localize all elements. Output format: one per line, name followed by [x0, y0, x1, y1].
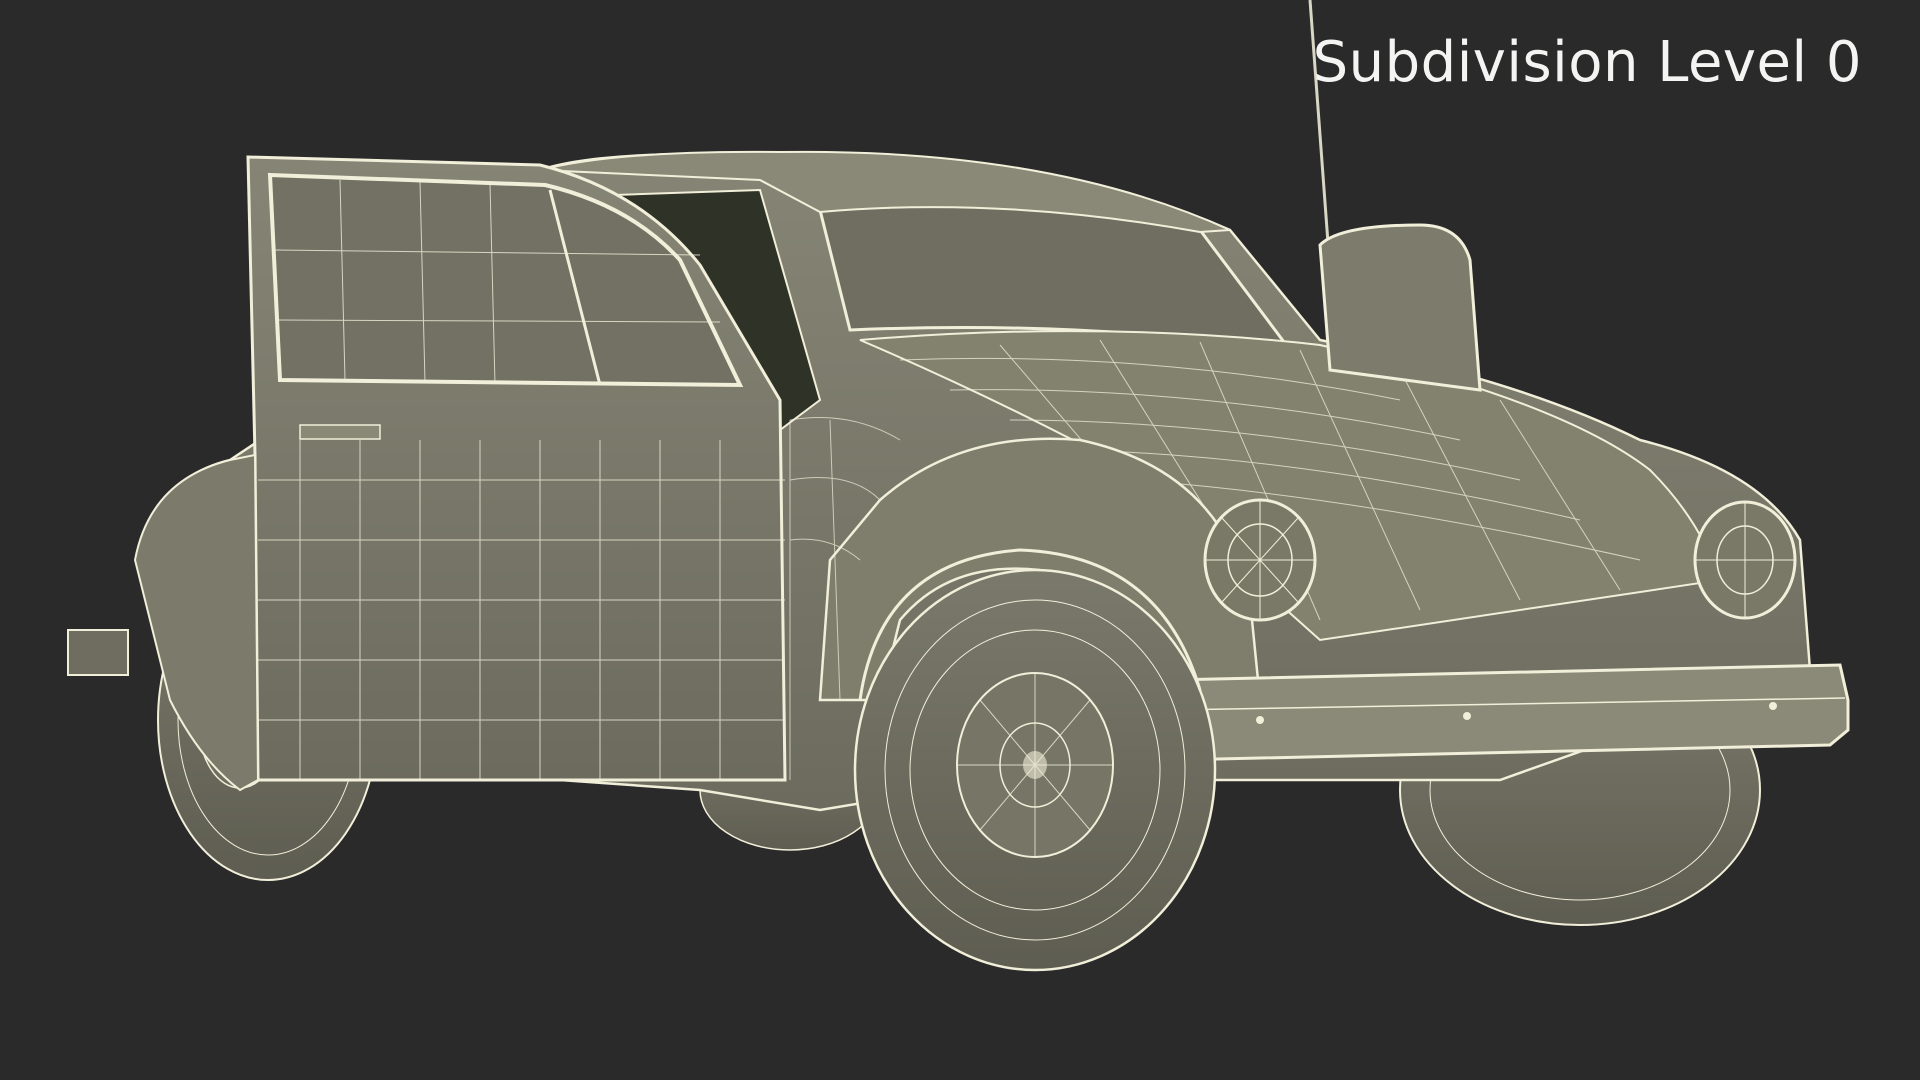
subdivision-level-label: Subdivision Level 0 [1312, 30, 1862, 95]
headlight-left [1203, 498, 1317, 622]
front-bumper [1168, 663, 1850, 762]
car-wireframe-model [67, 0, 1850, 972]
rear-fender [133, 453, 260, 792]
rear-bumper [67, 629, 129, 676]
side-mirror [1318, 223, 1482, 392]
render-viewport: Subdivision Level 0 [0, 0, 1920, 1080]
headlight-right [1693, 500, 1797, 620]
front-left-wheel [853, 568, 1217, 972]
door-handle [299, 424, 381, 440]
